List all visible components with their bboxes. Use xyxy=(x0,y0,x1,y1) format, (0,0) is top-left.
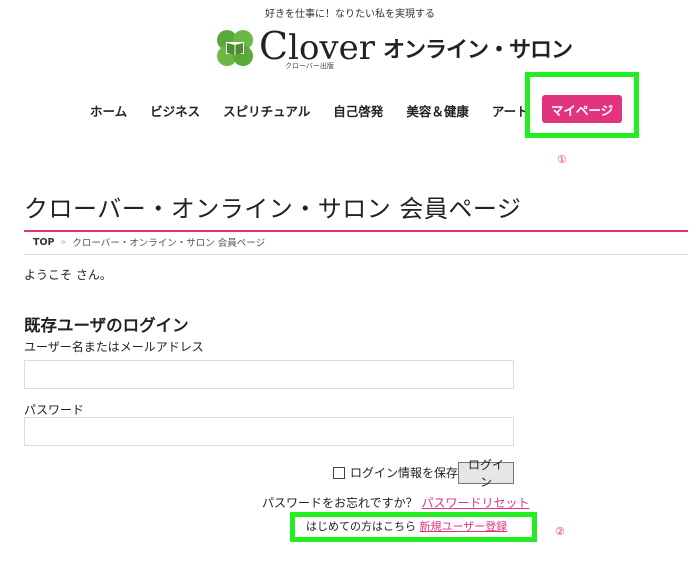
annotation-mark-1: ① xyxy=(557,153,567,166)
forgot-password-row: パスワードをお忘れですか？ パスワードリセット xyxy=(262,494,530,511)
nav-item-home[interactable]: ホーム xyxy=(90,101,127,120)
remember-me[interactable]: ログイン情報を保存 xyxy=(333,464,458,481)
login-button[interactable]: ログイン xyxy=(458,458,514,489)
clover-icon xyxy=(217,30,253,66)
username-input[interactable] xyxy=(24,360,514,389)
breadcrumb-top-link[interactable]: TOP xyxy=(33,237,55,248)
username-label: ユーザー名またはメールアドレス xyxy=(24,340,204,354)
nav-item-self-development[interactable]: 自己啓発 xyxy=(333,101,383,120)
first-time-text: はじめての方はこちら xyxy=(306,520,416,533)
nav-item-spiritual[interactable]: スピリチュアル xyxy=(223,101,310,120)
breadcrumb-separator: » xyxy=(60,236,67,248)
register-link[interactable]: 新規ユーザー登録 xyxy=(420,520,508,533)
nav-item-art[interactable]: アート xyxy=(492,101,529,120)
password-input[interactable] xyxy=(24,417,514,446)
title-divider xyxy=(24,230,688,232)
login-heading: 既存ユーザのログイン xyxy=(24,316,189,335)
welcome-message: ようこそ さん。 xyxy=(24,268,112,282)
breadcrumb-current: クローバー・オンライン・サロン 会員ページ xyxy=(72,238,266,249)
main-nav: ホーム ビジネス スピリチュアル 自己啓発 美容＆健康 アート xyxy=(90,96,552,124)
nav-item-beauty-health[interactable]: 美容＆健康 xyxy=(406,101,469,120)
site-tagline: 好きを仕事に！なりたい私を実現する xyxy=(265,9,435,20)
breadcrumb-divider xyxy=(24,254,688,255)
password-label: パスワード xyxy=(24,403,85,417)
remember-me-checkbox[interactable] xyxy=(333,466,345,479)
first-time-row: はじめての方はこちら 新規ユーザー登録 xyxy=(306,518,507,534)
breadcrumb: TOP » クローバー・オンライン・サロン 会員ページ xyxy=(33,235,266,250)
nav-item-business[interactable]: ビジネス xyxy=(150,101,200,120)
password-reset-link[interactable]: パスワードリセット xyxy=(421,496,529,510)
site-logo[interactable]: Clover クローバー出版 オンライン・サロン xyxy=(213,24,573,70)
logo-japanese-name: オンライン・サロン xyxy=(383,38,573,63)
logo-subtitle: クローバー出版 xyxy=(285,62,334,70)
page-title: クローバー・オンライン・サロン 会員ページ xyxy=(24,195,522,223)
highlight-box-mypage xyxy=(525,72,639,138)
logo-wordmark: Clover xyxy=(259,24,376,68)
remember-me-label: ログイン情報を保存 xyxy=(350,466,459,480)
forgot-password-text: パスワードをお忘れですか？ xyxy=(262,496,418,510)
annotation-mark-2: ② xyxy=(555,525,565,538)
